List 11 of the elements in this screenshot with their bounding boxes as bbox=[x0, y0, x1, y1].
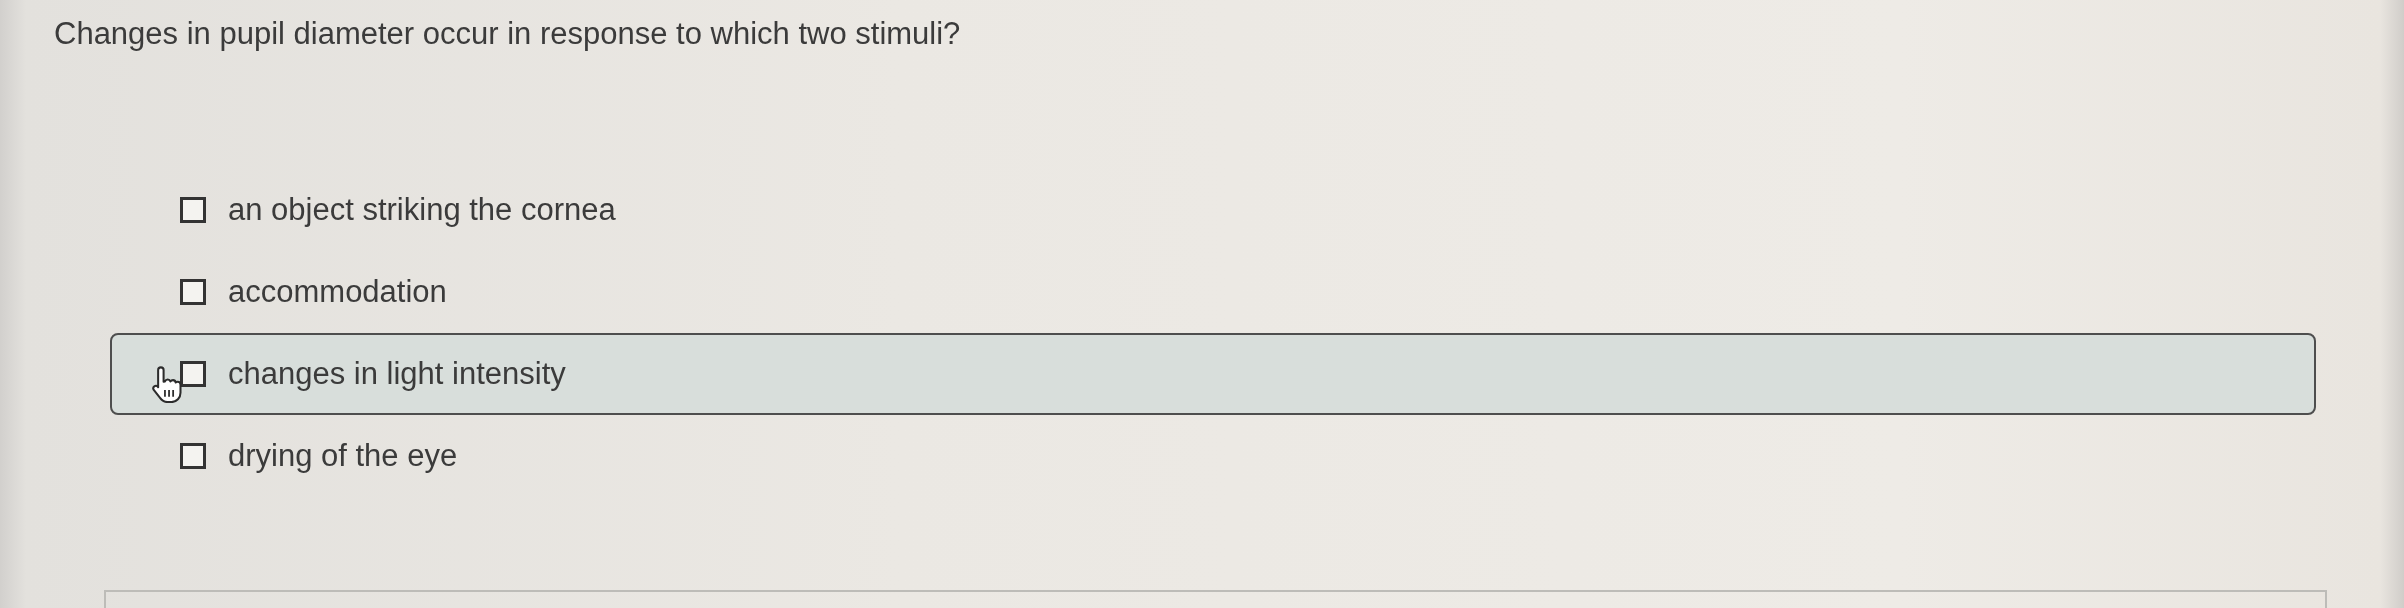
highlighted-option-row[interactable]: changes in light intensity bbox=[110, 333, 2316, 415]
option-label[interactable]: changes in light intensity bbox=[228, 355, 566, 393]
question-text: Changes in pupil diameter occur in response to which two stimuli? bbox=[54, 15, 961, 53]
hand-cursor-icon bbox=[152, 366, 182, 403]
option-label[interactable]: accommodation bbox=[228, 273, 447, 311]
option-label[interactable]: drying of the eye bbox=[228, 437, 458, 475]
checkbox[interactable] bbox=[180, 197, 206, 223]
checkbox[interactable] bbox=[180, 279, 206, 305]
checkbox[interactable] bbox=[180, 361, 206, 387]
checkbox[interactable] bbox=[180, 443, 206, 469]
option-label[interactable]: an object striking the cornea bbox=[228, 191, 616, 229]
